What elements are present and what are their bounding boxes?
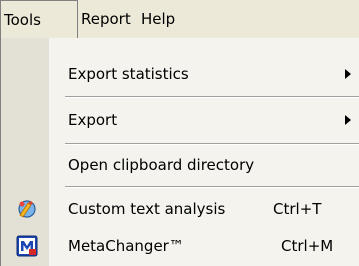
menu-item-export-statistics[interactable]: Export statistics xyxy=(1,56,359,92)
menu-item-shortcut: Ctrl+M xyxy=(281,237,334,255)
menubar-report[interactable]: Report xyxy=(81,0,131,38)
menubar-help[interactable]: Help xyxy=(141,0,175,38)
submenu-arrow-icon xyxy=(345,69,351,79)
menu-separator xyxy=(65,96,359,98)
menu-item-label: Export statistics xyxy=(68,65,189,83)
metachanger-icon xyxy=(16,235,38,257)
menu-item-open-clipboard-directory[interactable]: Open clipboard directory xyxy=(1,147,359,183)
menu-item-label: Export xyxy=(68,111,118,129)
menu-item-shortcut: Ctrl+T xyxy=(273,200,322,218)
menu-separator xyxy=(65,143,359,145)
menu-item-label: MetaChanger™ xyxy=(68,237,184,255)
menu-item-custom-text-analysis[interactable]: Custom text analysis Ctrl+T xyxy=(1,191,359,227)
menu-item-label: Open clipboard directory xyxy=(68,156,255,174)
submenu-arrow-icon xyxy=(345,115,351,125)
custom-text-analysis-icon xyxy=(18,200,36,218)
menubar-tools[interactable]: Tools xyxy=(0,0,78,38)
menu-item-metachanger[interactable]: MetaChanger™ Ctrl+M xyxy=(1,228,359,264)
menu-separator xyxy=(65,186,359,188)
tools-dropdown-menu: Export statistics Export Open clipboard … xyxy=(0,38,359,266)
menu-item-label: Custom text analysis xyxy=(68,200,226,218)
menu-bar: Tools Report Help xyxy=(0,0,359,38)
menu-item-export[interactable]: Export xyxy=(1,102,359,138)
